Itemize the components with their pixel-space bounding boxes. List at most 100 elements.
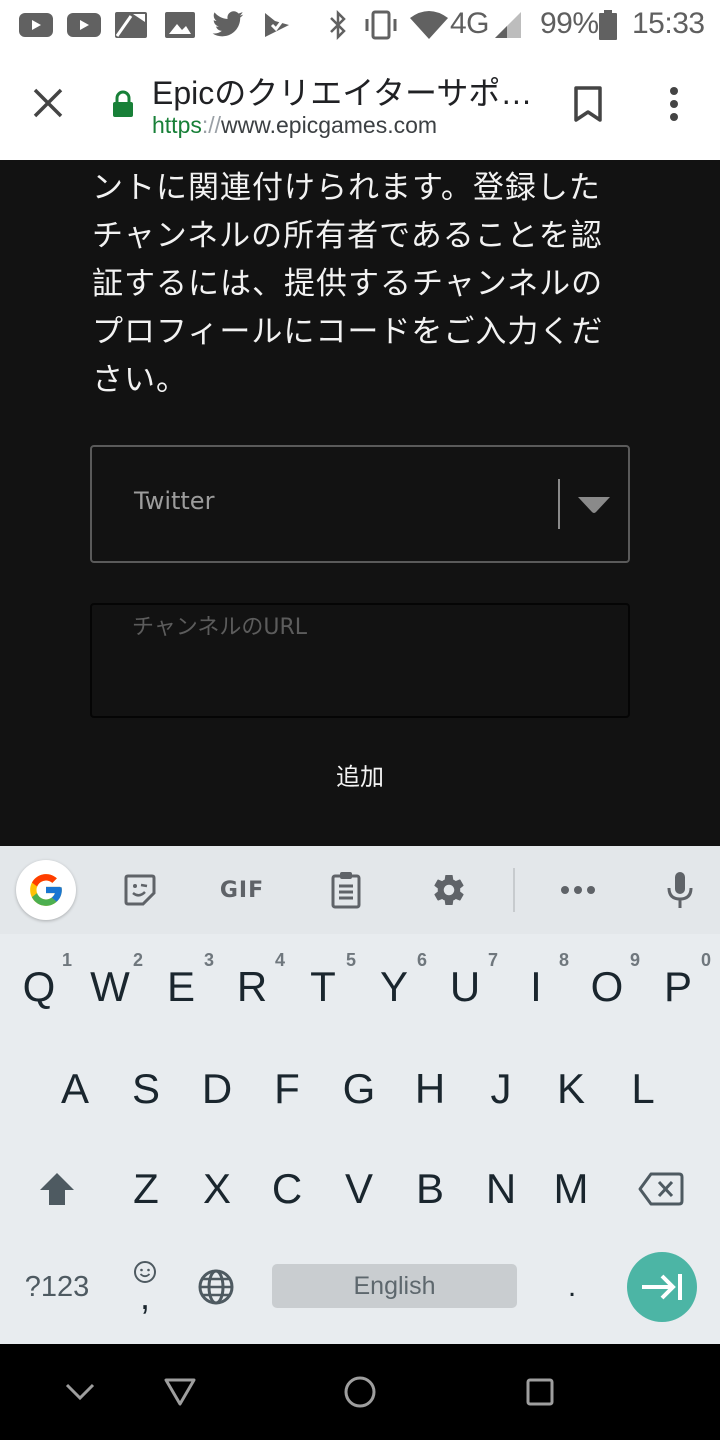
lock-icon[interactable] <box>112 90 134 122</box>
inbox-check-icon <box>262 10 292 40</box>
comma-label: , <box>140 1276 151 1317</box>
key-label: R <box>236 963 268 1010</box>
hide-keyboard-icon <box>65 1383 95 1401</box>
keyboard-settings-button[interactable] <box>423 864 475 916</box>
mic-icon <box>667 872 693 908</box>
paragraph-line: チャンネルの所有者であることを認 <box>92 218 603 254</box>
key-v[interactable]: V <box>324 1144 394 1234</box>
key-p[interactable]: P0 <box>643 942 713 1032</box>
bookmark-button[interactable] <box>566 80 610 128</box>
gallery-icon <box>164 10 196 40</box>
url-host: www.epicgames.com <box>221 112 438 138</box>
key-e[interactable]: E3 <box>146 942 216 1032</box>
platform-select-value: Twitter <box>134 487 215 515</box>
toolbar-divider <box>513 868 515 912</box>
key-label: Y <box>379 963 408 1010</box>
key-q[interactable]: Q1 <box>4 942 74 1032</box>
paragraph-line: ントに関連付けられます。登録した <box>92 170 601 206</box>
key-hint: 4 <box>274 950 285 970</box>
key-a[interactable]: A <box>40 1044 110 1134</box>
backspace-key[interactable] <box>626 1144 696 1234</box>
hide-keyboard-button[interactable] <box>58 1370 102 1414</box>
keyboard: GIF Q1 W2 E3 R4 T5 Y6 U7 I8 O9 P0 A S D … <box>0 846 720 1344</box>
close-icon <box>33 88 63 118</box>
twitter-icon <box>210 10 246 40</box>
key-f[interactable]: F <box>252 1044 322 1134</box>
key-o[interactable]: O9 <box>572 942 642 1032</box>
url-separator: :// <box>201 112 222 138</box>
key-hint: 5 <box>345 950 356 970</box>
key-label: I <box>530 963 542 1010</box>
key-g[interactable]: G <box>324 1044 394 1134</box>
voice-input-button[interactable] <box>654 864 706 916</box>
home-icon <box>344 1376 376 1408</box>
key-d[interactable]: D <box>182 1044 252 1134</box>
clipboard-button[interactable] <box>320 864 372 916</box>
backspace-icon <box>638 1172 684 1206</box>
key-i[interactable]: I8 <box>501 942 571 1032</box>
space-bar[interactable]: English <box>272 1264 517 1308</box>
key-s[interactable]: S <box>111 1044 181 1134</box>
key-j[interactable]: J <box>466 1044 536 1134</box>
key-z[interactable]: Z <box>111 1144 181 1234</box>
add-button[interactable]: 追加 <box>300 758 420 798</box>
more-options-button[interactable] <box>552 864 604 916</box>
key-label: T <box>310 963 336 1010</box>
key-h[interactable]: H <box>395 1044 465 1134</box>
keyboard-toolbar: GIF <box>0 846 720 934</box>
comma-emoji-key[interactable]: , <box>110 1242 180 1332</box>
bluetooth-icon <box>326 10 350 40</box>
key-hint: 9 <box>629 950 640 970</box>
key-n[interactable]: N <box>466 1144 536 1234</box>
battery-icon <box>598 10 618 40</box>
key-y[interactable]: Y6 <box>359 942 429 1032</box>
key-b[interactable]: B <box>395 1144 465 1234</box>
back-button[interactable] <box>158 1370 202 1414</box>
recents-button[interactable] <box>518 1370 562 1414</box>
browser-toolbar: Epicのクリエイターサポ… https://www.epicgames.com <box>0 50 720 160</box>
key-l[interactable]: L <box>608 1044 678 1134</box>
key-label: Q <box>22 963 56 1010</box>
key-x[interactable]: X <box>182 1144 252 1234</box>
key-k[interactable]: K <box>536 1044 606 1134</box>
youtube-icon <box>66 10 102 40</box>
shift-icon <box>40 1173 74 1205</box>
youtube-icon <box>18 10 54 40</box>
key-hint: 0 <box>700 950 711 970</box>
settings-icon <box>434 875 464 906</box>
shift-key[interactable] <box>22 1144 92 1234</box>
key-label: E <box>166 963 195 1010</box>
vibrate-icon <box>362 10 400 40</box>
bookmark-icon <box>574 86 602 122</box>
symbols-key[interactable]: ?123 <box>18 1242 96 1332</box>
key-hint: 2 <box>132 950 143 970</box>
overflow-menu-button[interactable] <box>654 80 694 128</box>
key-r[interactable]: R4 <box>217 942 287 1032</box>
language-key[interactable] <box>181 1242 251 1332</box>
key-hint: 8 <box>558 950 569 970</box>
sticker-icon <box>124 874 156 906</box>
tab-next-icon <box>642 1274 682 1300</box>
key-t[interactable]: T5 <box>288 942 358 1032</box>
channel-url-field[interactable]: チャンネルのURL <box>90 603 630 718</box>
key-c[interactable]: C <box>252 1144 322 1234</box>
next-field-key[interactable] <box>627 1252 697 1322</box>
channel-url-input[interactable] <box>92 605 628 716</box>
paragraph-line: プロフィールにコードをご入力くだ <box>92 314 604 350</box>
key-hint: 1 <box>61 950 72 970</box>
key-m[interactable]: M <box>536 1144 606 1234</box>
sticker-button[interactable] <box>114 864 166 916</box>
key-w[interactable]: W2 <box>75 942 145 1032</box>
home-button[interactable] <box>338 1370 382 1414</box>
google-search-button[interactable] <box>16 860 76 920</box>
google-icon <box>30 874 62 906</box>
gif-button[interactable]: GIF <box>214 864 270 916</box>
page-title: Epicのクリエイターサポ… <box>152 75 533 111</box>
period-key[interactable]: . <box>537 1242 607 1332</box>
close-tab-button[interactable] <box>22 77 74 129</box>
key-label: O <box>590 963 624 1010</box>
clipboard-icon <box>331 872 361 909</box>
photo-sticky-icon <box>114 10 148 40</box>
key-u[interactable]: U7 <box>430 942 500 1032</box>
platform-select[interactable]: Twitter <box>90 445 630 563</box>
